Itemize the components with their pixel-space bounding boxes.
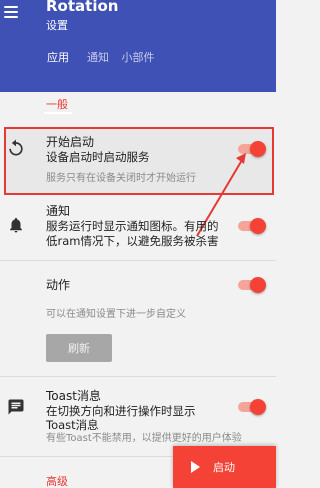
start-button-label: 启动 <box>213 461 235 474</box>
notification-title: 通知 <box>46 204 71 218</box>
notification-subtitle-line1: 服务运行时显示通知图标。有用的 <box>46 219 219 233</box>
play-icon <box>191 461 200 473</box>
divider <box>0 376 276 377</box>
notification-subtitle-line2: 低ram情况下，以避免服务被杀害 <box>46 234 219 248</box>
action-note: 可以在通知设置下进一步自定义 <box>46 309 186 320</box>
divider <box>0 260 276 261</box>
action-toggle[interactable] <box>236 277 266 293</box>
start-button[interactable]: 启动 <box>173 446 276 488</box>
bell-icon <box>10 217 22 233</box>
action-title: 动作 <box>46 278 71 292</box>
toast-subtitle-line1: 在切换方向和进行操作时显示 <box>46 404 196 418</box>
message-icon <box>8 399 24 415</box>
toast-subtitle-line2: Toast消息 <box>46 418 99 432</box>
section-header-advanced: 高级 <box>46 475 68 488</box>
refresh-button[interactable]: 刷新 <box>46 334 112 362</box>
toast-toggle[interactable] <box>236 399 266 415</box>
notification-toggle[interactable] <box>236 218 266 234</box>
toast-note: 有些Toast不能禁用，以提供更好的用户体验 <box>46 433 242 444</box>
toast-title: Toast消息 <box>46 389 101 403</box>
